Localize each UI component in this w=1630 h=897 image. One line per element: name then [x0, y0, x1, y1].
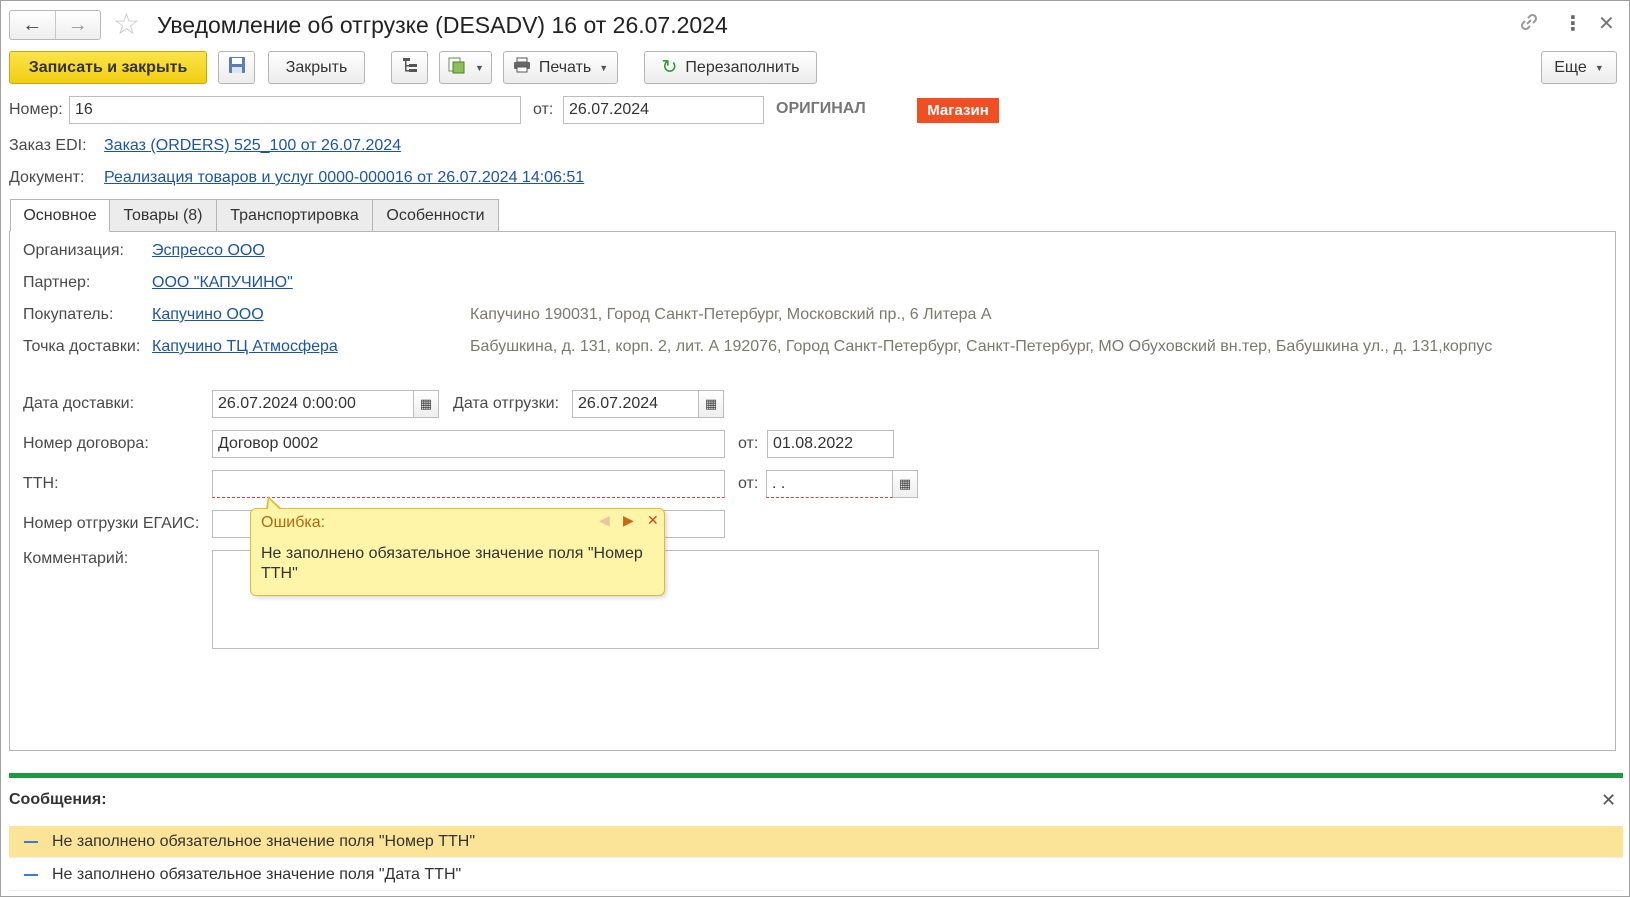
more-button-label: Еще: [1554, 58, 1587, 76]
create-based-on-button[interactable]: ▼: [439, 51, 492, 84]
contract-date-field[interactable]: 01.08.2022: [767, 430, 894, 458]
buyer-label: Покупатель:: [23, 306, 114, 323]
delivery-date-label: Дата доставки:: [23, 395, 135, 412]
tooltip-close-icon[interactable]: ✕: [647, 512, 659, 529]
message-item[interactable]: Не заполнено обязательное значение поля …: [9, 826, 1623, 858]
ttn-field[interactable]: [212, 470, 725, 498]
messages-title: Сообщения:: [9, 791, 107, 808]
forward-arrow-icon[interactable]: →: [54, 11, 101, 39]
printer-icon: [513, 57, 531, 78]
messages-close-icon[interactable]: ✕: [1601, 790, 1616, 811]
ttn-date-label: от:: [738, 475, 759, 492]
partner-link[interactable]: ООО "КАПУЧИНО": [152, 273, 293, 293]
contract-date-label: от:: [738, 435, 759, 452]
organization-link[interactable]: Эспрессо ООО: [152, 241, 265, 261]
number-field[interactable]: 16: [69, 96, 521, 124]
original-label: ОРИГИНАЛ: [776, 100, 866, 117]
edi-order-link[interactable]: Заказ (ORDERS) 525_100 от 26.07.2024: [104, 136, 401, 156]
ttn-date-field[interactable]: . .: [766, 470, 893, 498]
error-tooltip: Ошибка: ◀ ▶ ✕ Не заполнено обязательное …: [250, 508, 665, 596]
chevron-down-icon: ▼: [1594, 62, 1604, 73]
partner-label: Партнер:: [23, 274, 91, 291]
close-button[interactable]: Закрыть: [268, 51, 365, 84]
ship-date-field[interactable]: 26.07.2024: [572, 390, 699, 418]
navigation-buttons: ← →: [9, 10, 101, 40]
number-label: Номер:: [9, 101, 63, 118]
document-link[interactable]: Реализация товаров и услуг 0000-000016 о…: [104, 168, 584, 188]
messages-divider: [9, 773, 1623, 778]
delivery-point-address: Бабушкина, д. 131, корп. 2, лит. А 19207…: [470, 338, 1493, 355]
floppy-disk-icon: [228, 56, 246, 79]
tab-transport[interactable]: Транспортировка: [216, 199, 373, 232]
delivery-date-field[interactable]: 26.07.2024 0:00:00: [212, 390, 414, 418]
window-title: Уведомление об отгрузке (DESADV) 16 от 2…: [157, 12, 728, 38]
document-label: Документ:: [9, 169, 85, 186]
buyer-address: Капучино 190031, Город Санкт-Петербург, …: [470, 306, 992, 323]
ship-date-label: Дата отгрузки:: [453, 395, 560, 412]
tooltip-title: Ошибка:: [261, 514, 326, 531]
delivery-point-link[interactable]: Капучино ТЦ Атмосфера: [152, 337, 338, 357]
calendar-icon[interactable]: ▦: [699, 390, 724, 418]
delivery-point-label: Точка доставки:: [23, 338, 141, 355]
chevron-down-icon: ▼: [599, 62, 609, 73]
date-label: от:: [533, 101, 554, 118]
back-arrow-icon[interactable]: ←: [10, 11, 55, 39]
message-item[interactable]: Не заполнено обязательное значение поля …: [9, 859, 1623, 891]
more-button[interactable]: Еще ▼: [1541, 51, 1617, 84]
message-text: Не заполнено обязательное значение поля …: [52, 832, 475, 850]
print-button-label: Печать: [538, 58, 592, 76]
hierarchy-icon: [401, 56, 419, 79]
tab-goods[interactable]: Товары (8): [109, 199, 217, 232]
buyer-link[interactable]: Капучино ООО: [152, 305, 264, 325]
comment-label: Комментарий:: [23, 550, 129, 567]
calendar-icon[interactable]: ▦: [414, 390, 439, 418]
date-field[interactable]: 26.07.2024: [563, 96, 764, 124]
star-icon[interactable]: ☆: [113, 8, 140, 42]
dash-icon: [24, 873, 38, 876]
tab-features[interactable]: Особенности: [372, 199, 499, 232]
shop-badge: Магазин: [917, 98, 999, 123]
link-icon[interactable]: [1519, 12, 1539, 38]
refill-button-label: Перезаполнить: [685, 58, 800, 76]
tooltip-pointer-fill: [268, 499, 280, 510]
edi-order-label: Заказ EDI:: [9, 137, 87, 154]
organization-label: Организация:: [23, 242, 124, 259]
contract-field[interactable]: Договор 0002: [212, 430, 725, 458]
more-vertical-icon[interactable]: ⋮: [1563, 12, 1583, 36]
close-icon[interactable]: ✕: [1598, 12, 1615, 36]
ttn-label: ТТН:: [23, 475, 59, 492]
create-document-icon: [447, 56, 467, 79]
refill-button[interactable]: ↻ Перезаполнить: [644, 51, 817, 84]
structure-button[interactable]: [391, 51, 428, 84]
save-button[interactable]: [218, 51, 255, 84]
chevron-down-icon: ▼: [475, 62, 484, 73]
calendar-icon[interactable]: ▦: [893, 470, 918, 498]
save-and-close-button[interactable]: Записать и закрыть: [9, 51, 207, 84]
tooltip-next-icon[interactable]: ▶: [623, 512, 634, 529]
contract-label: Номер договора:: [23, 435, 149, 452]
tooltip-prev-icon[interactable]: ◀: [599, 512, 610, 529]
tooltip-text: Не заполнено обязательное значение поля …: [261, 545, 643, 582]
message-text: Не заполнено обязательное значение поля …: [52, 865, 462, 883]
print-button[interactable]: Печать ▼: [503, 51, 618, 84]
egais-label: Номер отгрузки ЕГАИС:: [23, 515, 200, 532]
refresh-icon: ↻: [661, 57, 678, 78]
tab-main[interactable]: Основное: [10, 199, 110, 232]
dash-icon: [24, 840, 38, 843]
